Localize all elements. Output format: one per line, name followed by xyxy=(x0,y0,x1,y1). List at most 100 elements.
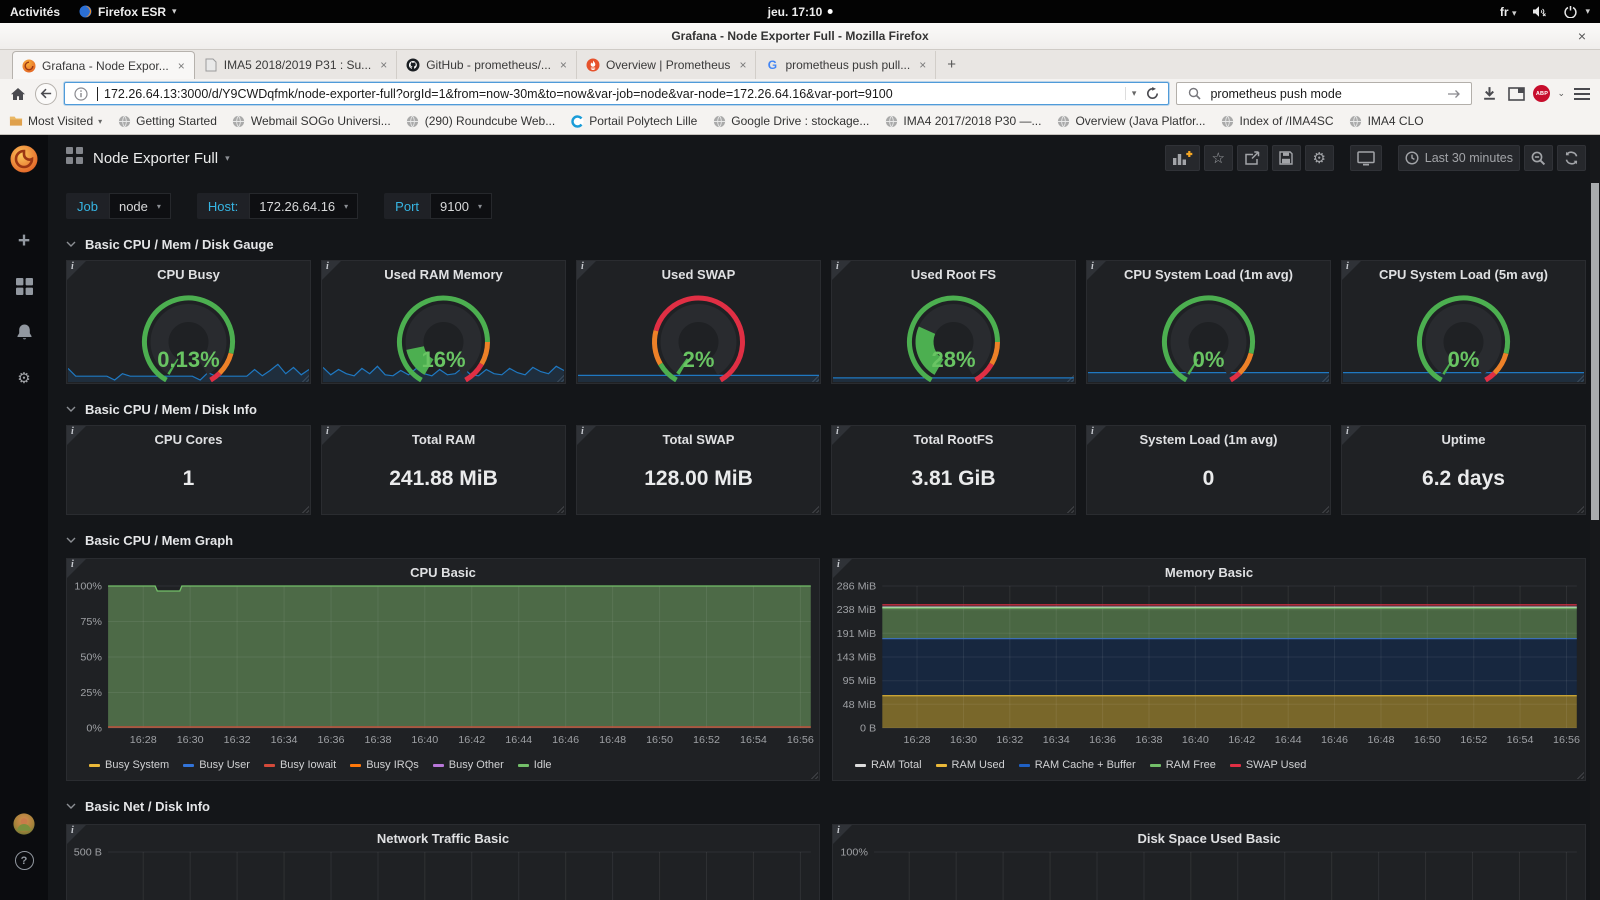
url-text[interactable]: 172.26.64.13:3000/d/Y9CWDqfmk/node-expor… xyxy=(104,87,1119,101)
panel-info-corner[interactable] xyxy=(832,261,851,280)
panel-info-corner[interactable] xyxy=(322,261,341,280)
tab-1[interactable]: Grafana - Node Expor...× xyxy=(12,51,195,79)
panel-title[interactable]: Network Traffic Basic xyxy=(67,825,819,846)
bookmark-item[interactable]: Google Drive : stockage... xyxy=(712,114,869,128)
keyboard-layout-menu[interactable]: fr ▾ xyxy=(1500,5,1517,19)
tab-2[interactable]: IMA5 2018/2019 P31 : Su...× xyxy=(195,51,397,79)
sidebar-item-alerting[interactable] xyxy=(13,321,35,343)
panel-info-corner[interactable] xyxy=(67,261,86,280)
variable-host[interactable]: Host:172.26.64.16▾ xyxy=(197,193,358,219)
bookmark-item[interactable]: Portail Polytech Lille xyxy=(570,114,697,128)
tab-5[interactable]: Gprometheus push pull...× xyxy=(756,51,936,79)
panel-title[interactable]: Memory Basic xyxy=(833,559,1585,580)
bookmark-item[interactable]: Webmail SOGo Universi... xyxy=(232,114,391,128)
dashboard-title[interactable]: Node Exporter Full ▾ xyxy=(93,150,230,167)
grafana-logo[interactable] xyxy=(9,144,39,179)
legend-item[interactable]: RAM Free xyxy=(1150,759,1216,771)
tab-3[interactable]: GitHub - prometheus/...× xyxy=(397,51,577,79)
reload-icon[interactable] xyxy=(1142,87,1162,100)
panel-title[interactable]: Used SWAP xyxy=(577,261,820,282)
panel-title[interactable]: CPU Basic xyxy=(67,559,819,580)
legend-item[interactable]: Busy User xyxy=(183,759,250,771)
help-button[interactable]: ? xyxy=(15,851,34,870)
panel-title[interactable]: System Load (1m avg) xyxy=(1087,426,1330,447)
zoom-out-button[interactable] xyxy=(1524,145,1553,171)
panel-title[interactable]: Total SWAP xyxy=(577,426,820,447)
bookmark-item[interactable]: Getting Started xyxy=(117,114,217,128)
panel-title[interactable]: Used Root FS xyxy=(832,261,1075,282)
search-go-icon[interactable] xyxy=(1444,89,1464,99)
panel-title[interactable]: Used RAM Memory xyxy=(322,261,565,282)
adblock-plus-icon[interactable]: ABP xyxy=(1533,85,1550,102)
search-bar[interactable]: prometheus push mode xyxy=(1176,82,1472,105)
activities-button[interactable]: Activités xyxy=(10,5,60,19)
save-button[interactable] xyxy=(1272,145,1301,171)
panel-title[interactable]: Uptime xyxy=(1342,426,1585,447)
section-header-gauges[interactable]: Basic CPU / Mem / Disk Gauge xyxy=(66,236,1586,252)
tab-4[interactable]: Overview | Prometheus× xyxy=(577,51,757,79)
bookmark-item[interactable]: Index of /IMA4SC xyxy=(1221,114,1334,128)
variable-value-dropdown[interactable]: node▾ xyxy=(109,193,171,219)
user-avatar[interactable] xyxy=(13,813,35,835)
clock-menu[interactable]: jeu. 17:10 xyxy=(768,5,833,19)
add-panel-button[interactable] xyxy=(1165,145,1200,171)
panel-title[interactable]: Total RootFS xyxy=(832,426,1075,447)
settings-button[interactable]: ⚙ xyxy=(1305,145,1334,171)
tab-close-icon[interactable]: × xyxy=(380,58,387,72)
refresh-button[interactable] xyxy=(1557,145,1586,171)
site-info-icon[interactable] xyxy=(71,87,91,101)
legend-item[interactable]: RAM Total xyxy=(855,759,922,771)
volume-muted-icon[interactable] xyxy=(1530,5,1550,18)
tab-close-icon[interactable]: × xyxy=(560,58,567,72)
variable-value-dropdown[interactable]: 9100▾ xyxy=(430,193,492,219)
section-header-info[interactable]: Basic CPU / Mem / Disk Info xyxy=(66,401,1586,417)
panel-title[interactable]: CPU System Load (5m avg) xyxy=(1342,261,1585,282)
app-menu[interactable]: Firefox ESR ▾ xyxy=(78,5,177,19)
panel-info-corner[interactable] xyxy=(832,426,851,445)
tab-close-icon[interactable]: × xyxy=(919,58,926,72)
legend-item[interactable]: SWAP Used xyxy=(1230,759,1307,771)
panel-info-corner[interactable] xyxy=(1087,426,1106,445)
section-header-net[interactable]: Basic Net / Disk Info xyxy=(66,798,1586,814)
panel-title[interactable]: CPU Cores xyxy=(67,426,310,447)
variable-job[interactable]: Jobnode▾ xyxy=(66,193,171,219)
panel-info-corner[interactable] xyxy=(833,559,852,578)
panel-info-corner[interactable] xyxy=(1087,261,1106,280)
legend-item[interactable]: Idle xyxy=(518,759,552,771)
panel-info-corner[interactable] xyxy=(833,825,852,844)
tab-close-icon[interactable]: × xyxy=(739,58,746,72)
home-icon[interactable] xyxy=(8,87,28,101)
time-range-button[interactable]: Last 30 minutes xyxy=(1398,145,1520,171)
power-menu[interactable]: ▾ xyxy=(1564,5,1590,18)
back-button[interactable] xyxy=(35,83,57,105)
sidebar-item-dashboards[interactable] xyxy=(13,275,35,297)
url-dropdown-icon[interactable]: ▾ xyxy=(1132,88,1137,99)
panel-title[interactable]: Disk Space Used Basic xyxy=(833,825,1585,846)
url-bar[interactable]: 172.26.64.13:3000/d/Y9CWDqfmk/node-expor… xyxy=(64,82,1169,105)
window-close-button[interactable]: × xyxy=(1578,28,1586,44)
bookmark-item[interactable]: IMA4 CLO xyxy=(1349,114,1424,128)
page-scrollbar[interactable] xyxy=(1590,135,1600,900)
panel-info-corner[interactable] xyxy=(1342,426,1361,445)
sidebar-toggle-icon[interactable] xyxy=(1506,87,1526,101)
panel-title[interactable]: CPU System Load (1m avg) xyxy=(1087,261,1330,282)
legend-item[interactable]: Busy IRQs xyxy=(350,759,419,771)
adblock-dropdown-icon[interactable]: ⌄ xyxy=(1557,88,1565,99)
sidebar-item-plus[interactable]: + xyxy=(13,229,35,251)
section-header-graphs[interactable]: Basic CPU / Mem Graph xyxy=(66,532,1586,548)
legend-item[interactable]: Busy System xyxy=(89,759,169,771)
search-input[interactable]: prometheus push mode xyxy=(1210,87,1438,101)
legend-item[interactable]: RAM Cache + Buffer xyxy=(1019,759,1136,771)
panel-info-corner[interactable] xyxy=(577,426,596,445)
panel-info-corner[interactable] xyxy=(67,559,86,578)
share-button[interactable] xyxy=(1237,145,1268,171)
panel-title[interactable]: CPU Busy xyxy=(67,261,310,282)
panel-info-corner[interactable] xyxy=(322,426,341,445)
bookmark-item[interactable]: Overview (Java Platfor... xyxy=(1056,114,1205,128)
legend-item[interactable]: Busy Iowait xyxy=(264,759,336,771)
menu-hamburger-icon[interactable] xyxy=(1572,88,1592,100)
star-button[interactable]: ☆ xyxy=(1204,145,1233,171)
legend-item[interactable]: Busy Other xyxy=(433,759,504,771)
panel-info-corner[interactable] xyxy=(1342,261,1361,280)
bookmark-item[interactable]: (290) Roundcube Web... xyxy=(406,114,556,128)
